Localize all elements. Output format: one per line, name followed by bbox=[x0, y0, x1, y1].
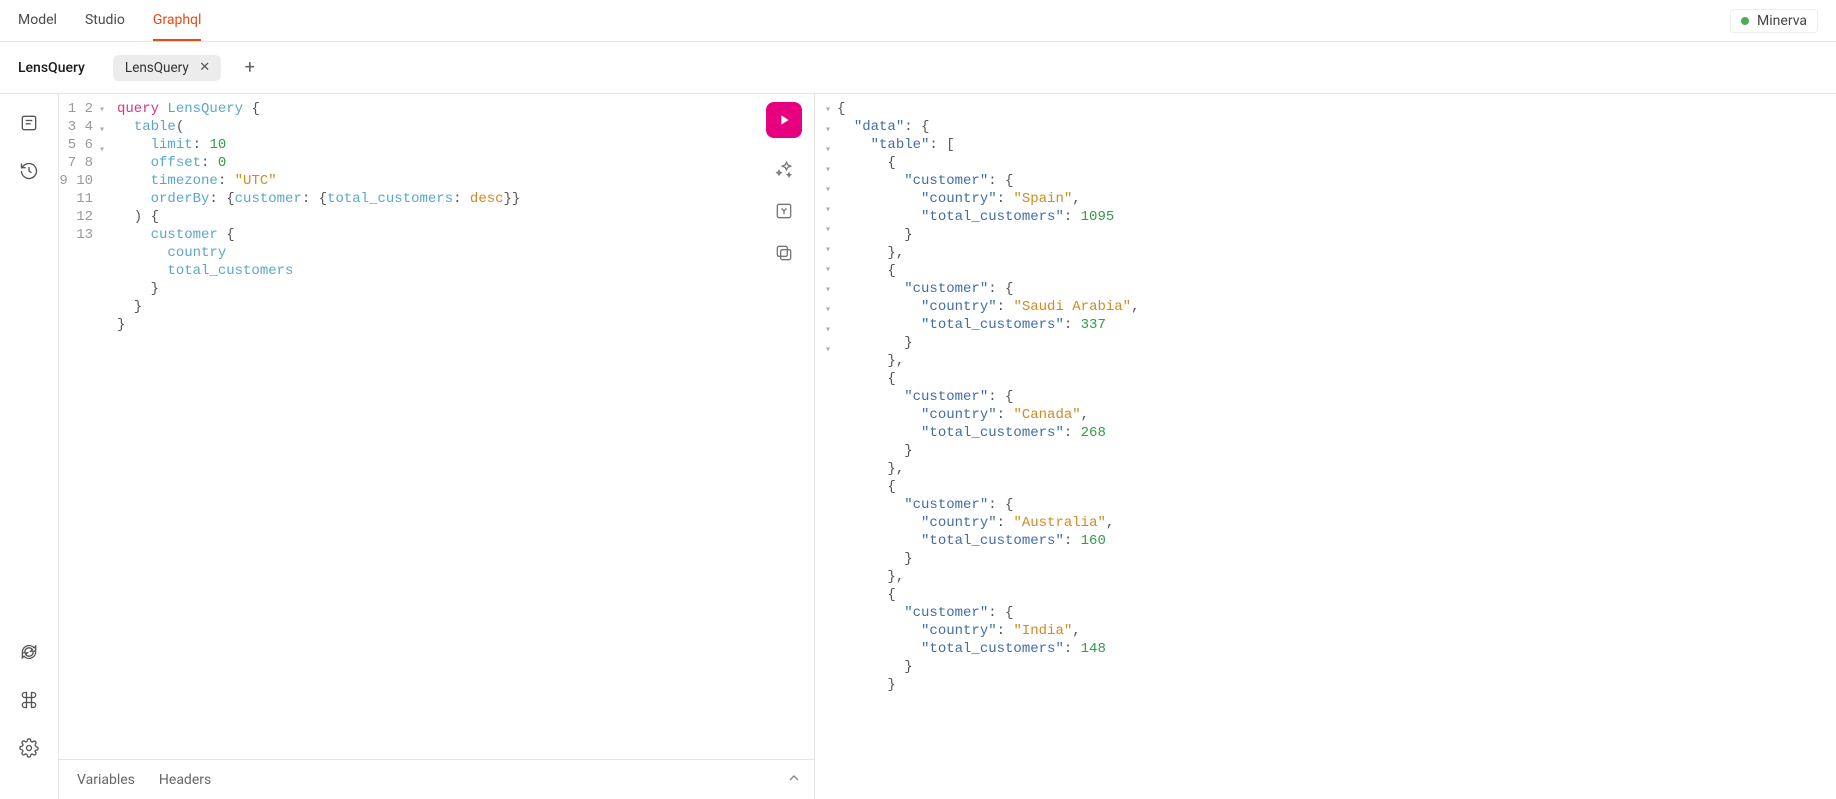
editor-footer: Variables Headers bbox=[59, 759, 814, 799]
add-tab-button[interactable]: + bbox=[239, 55, 261, 80]
tab-model[interactable]: Model bbox=[18, 0, 57, 41]
document-title: LensQuery bbox=[18, 60, 85, 76]
user-name: Minerva bbox=[1757, 13, 1807, 29]
query-code[interactable]: query LensQuery { table( limit: 10 offse… bbox=[113, 100, 814, 759]
query-editor[interactable]: 1 2 3 4 5 6 7 8 9 10 11 12 13 ▾ ▾ ▾ quer… bbox=[59, 94, 814, 759]
tab-graphql[interactable]: Graphql bbox=[153, 0, 202, 41]
top-nav-tabs: Model Studio Graphql bbox=[18, 0, 201, 41]
docs-icon[interactable] bbox=[18, 112, 40, 134]
editor-actions bbox=[766, 102, 802, 264]
response-panel[interactable]: ▾ ▾ ▾ ▾ ▾ ▾ ▾ ▾ ▾ ▾ ▾ ▾ ▾ { "data": { "t… bbox=[815, 94, 1836, 799]
document-tab-bar: LensQuery LensQuery ✕ + bbox=[0, 42, 1836, 94]
query-editor-panel: 1 2 3 4 5 6 7 8 9 10 11 12 13 ▾ ▾ ▾ quer… bbox=[59, 94, 815, 799]
footer-tab-variables[interactable]: Variables bbox=[77, 772, 135, 788]
tab-studio[interactable]: Studio bbox=[85, 0, 125, 41]
user-badge[interactable]: Minerva bbox=[1730, 9, 1818, 33]
close-icon[interactable]: ✕ bbox=[197, 60, 213, 76]
document-tab[interactable]: LensQuery ✕ bbox=[113, 55, 221, 81]
top-nav: Model Studio Graphql Minerva bbox=[0, 0, 1836, 42]
copy-icon[interactable] bbox=[773, 242, 795, 264]
refresh-icon[interactable] bbox=[18, 641, 40, 663]
merge-icon[interactable] bbox=[773, 200, 795, 222]
response-fold-gutter[interactable]: ▾ ▾ ▾ ▾ ▾ ▾ ▾ ▾ ▾ ▾ ▾ ▾ ▾ bbox=[821, 100, 835, 793]
keyboard-shortcuts-icon[interactable] bbox=[18, 689, 40, 711]
status-dot-icon bbox=[1741, 17, 1749, 25]
main-area: 1 2 3 4 5 6 7 8 9 10 11 12 13 ▾ ▾ ▾ quer… bbox=[0, 94, 1836, 799]
chevron-up-icon[interactable] bbox=[786, 770, 802, 790]
content-area: 1 2 3 4 5 6 7 8 9 10 11 12 13 ▾ ▾ ▾ quer… bbox=[59, 94, 1836, 799]
line-gutter: 1 2 3 4 5 6 7 8 9 10 11 12 13 bbox=[59, 100, 99, 759]
left-sidebar bbox=[0, 94, 59, 799]
document-tab-label: LensQuery bbox=[125, 60, 189, 76]
fold-gutter[interactable]: ▾ ▾ ▾ bbox=[99, 100, 113, 759]
settings-icon[interactable] bbox=[18, 737, 40, 759]
response-json: { "data": { "table": [ { "customer": { "… bbox=[835, 100, 1836, 793]
magic-wand-icon[interactable] bbox=[773, 158, 795, 180]
run-button[interactable] bbox=[766, 102, 802, 138]
history-icon[interactable] bbox=[18, 160, 40, 182]
footer-tab-headers[interactable]: Headers bbox=[159, 772, 211, 788]
